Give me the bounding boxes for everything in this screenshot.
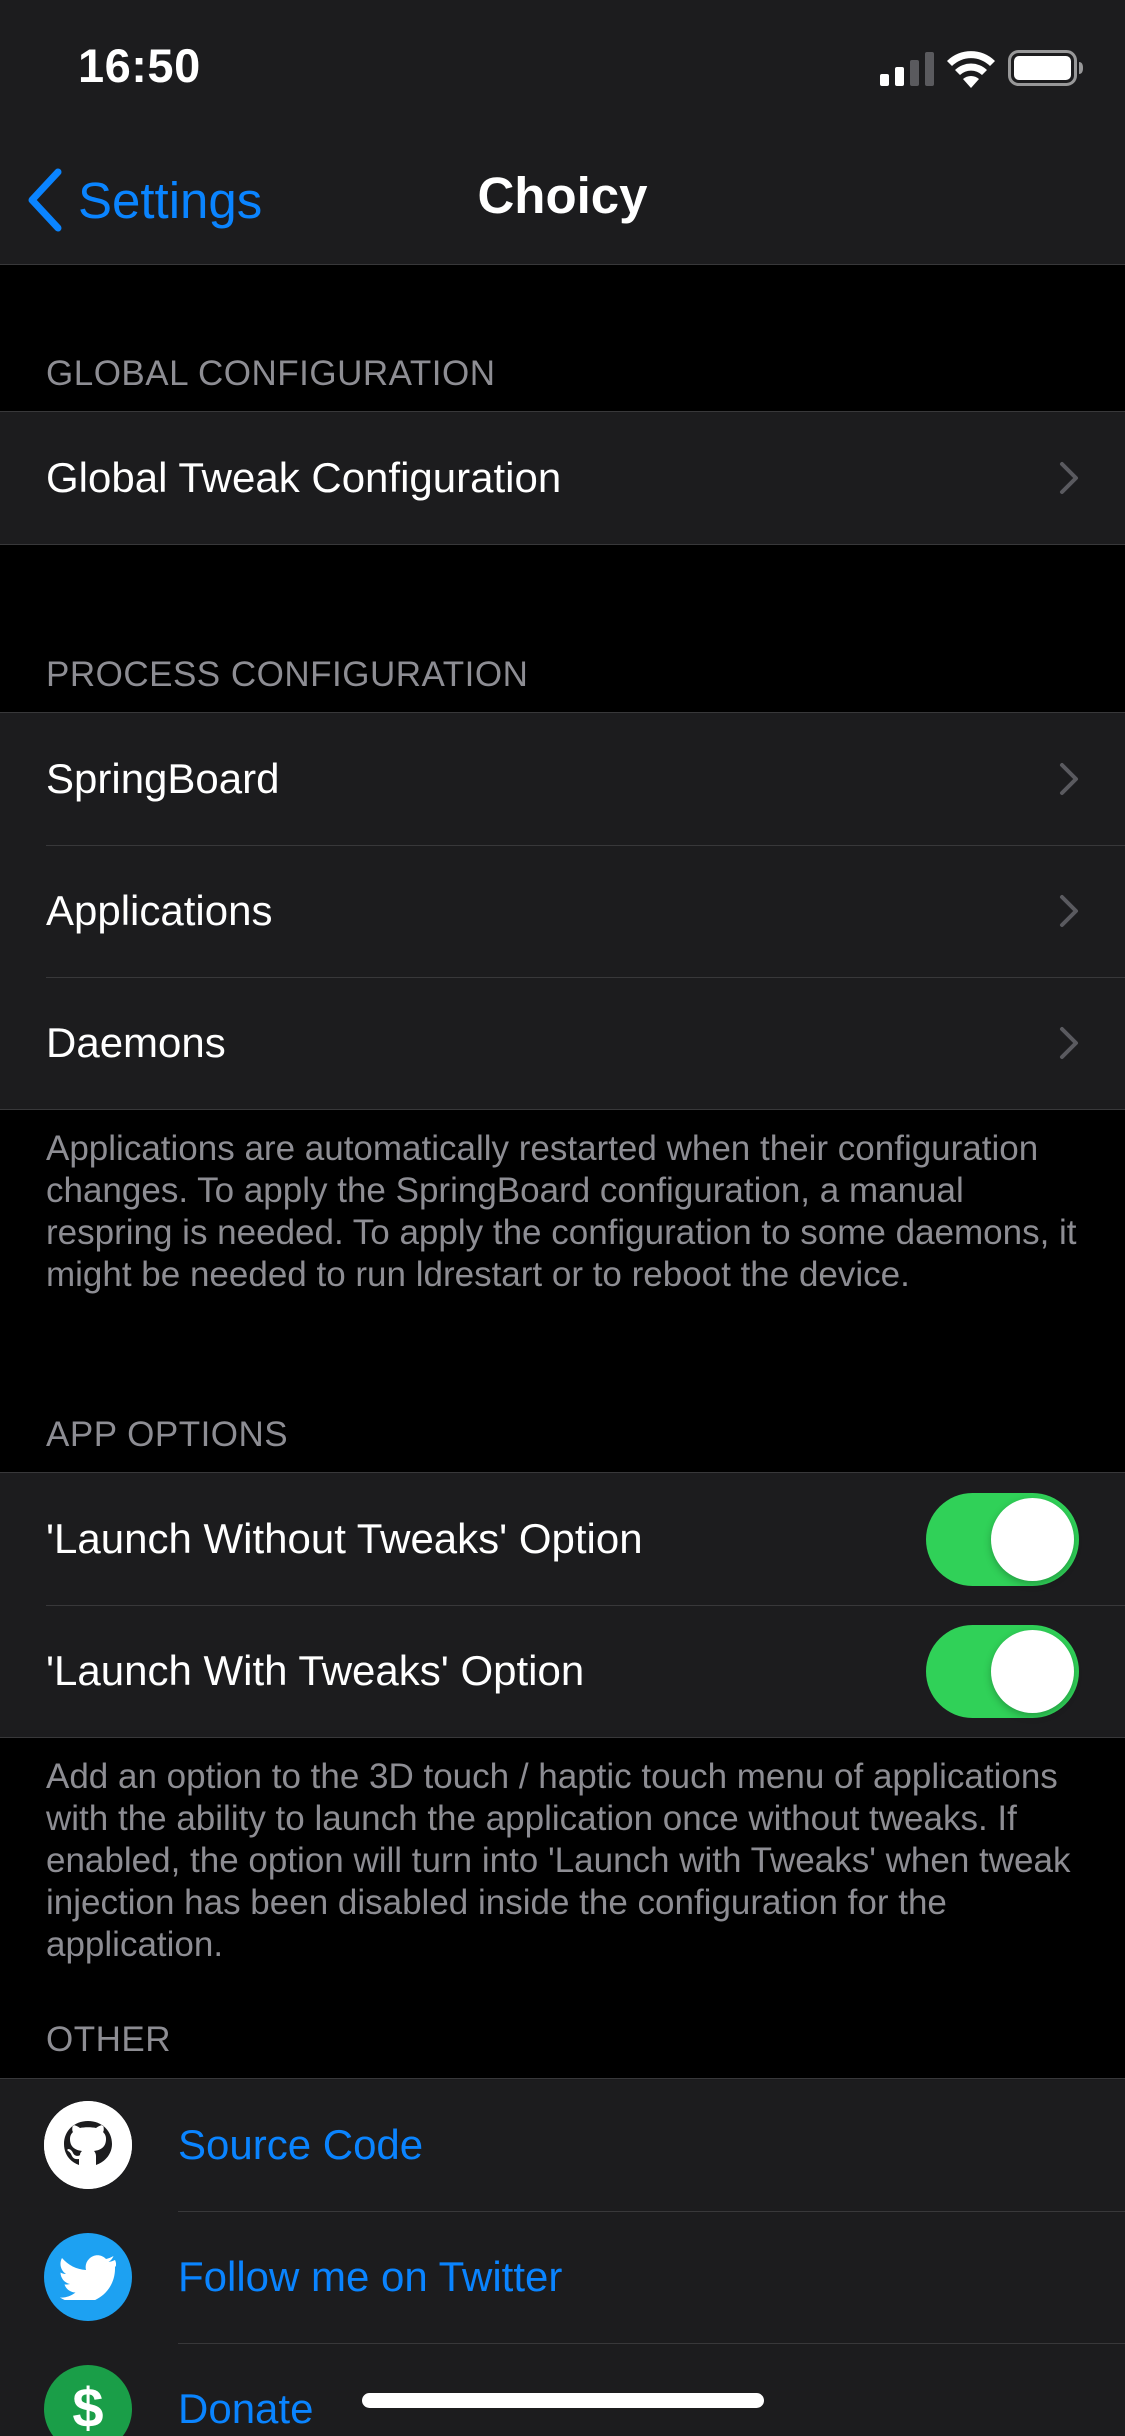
section-header-process: PROCESS CONFIGURATION: [46, 655, 529, 694]
toggle-knob: [991, 1630, 1074, 1713]
settings-screen: 16:50 Settings Choicy GLOBAL CONFIGURATI…: [0, 0, 1125, 2436]
link-label: Source Code: [178, 2121, 424, 2168]
wifi-icon: [947, 51, 995, 88]
process-group: SpringBoard Applications Daemons: [0, 712, 1125, 1110]
home-indicator[interactable]: [362, 2393, 764, 2408]
github-icon: [44, 2101, 132, 2189]
app-options-footer-text: Add an option to the 3D touch / haptic t…: [46, 1757, 1071, 1964]
applications-row[interactable]: Applications: [0, 845, 1125, 977]
dollar-icon: $: [44, 2365, 132, 2436]
chevron-right-icon: [1060, 763, 1078, 795]
svg-text:$: $: [72, 2376, 103, 2436]
chevron-right-icon: [1060, 895, 1078, 927]
toggle-knob: [991, 1498, 1074, 1581]
link-label: Donate: [178, 2385, 314, 2432]
daemons-row[interactable]: Daemons: [0, 977, 1125, 1109]
link-label: Follow me on Twitter: [178, 2253, 563, 2300]
launch-without-tweaks-row: 'Launch Without Tweaks' Option: [0, 1473, 1125, 1605]
navigation-bar: Settings Choicy: [0, 132, 1125, 265]
twitter-row[interactable]: Follow me on Twitter: [0, 2211, 1125, 2343]
status-time: 16:50: [78, 39, 201, 92]
launch-with-tweaks-toggle[interactable]: [926, 1625, 1079, 1718]
row-label: 'Launch Without Tweaks' Option: [46, 1515, 643, 1562]
twitter-icon: [44, 2233, 132, 2321]
section-header-other: OTHER: [46, 2020, 171, 2059]
page-title: Choicy: [477, 167, 648, 224]
row-label: Global Tweak Configuration: [46, 454, 562, 501]
row-label: 'Launch With Tweaks' Option: [46, 1647, 585, 1694]
other-group: Source Code Follow me on Twitter $ Donat…: [0, 2078, 1125, 2436]
row-label: SpringBoard: [46, 755, 280, 802]
process-footer-text: Applications are automatically restarted…: [46, 1129, 1077, 1294]
global-group: Global Tweak Configuration: [0, 411, 1125, 545]
section-header-global: GLOBAL CONFIGURATION: [46, 354, 496, 393]
chevron-right-icon: [1060, 462, 1078, 494]
row-label: Applications: [46, 887, 273, 934]
source-code-row[interactable]: Source Code: [0, 2079, 1125, 2211]
global-tweak-configuration-row[interactable]: Global Tweak Configuration: [0, 412, 1125, 544]
springboard-row[interactable]: SpringBoard: [0, 713, 1125, 845]
section-header-app-options: APP OPTIONS: [46, 1415, 289, 1454]
status-bar: 16:50: [0, 0, 1125, 132]
launch-with-tweaks-row: 'Launch With Tweaks' Option: [0, 1605, 1125, 1737]
cellular-signal-icon: [880, 52, 934, 86]
row-label: Daemons: [46, 1019, 226, 1066]
launch-without-tweaks-toggle[interactable]: [926, 1493, 1079, 1586]
chevron-right-icon: [1060, 1027, 1078, 1059]
app-options-group: 'Launch Without Tweaks' Option 'Launch W…: [0, 1472, 1125, 1738]
battery-icon: [1008, 50, 1083, 86]
donate-row[interactable]: $ Donate: [0, 2343, 1125, 2436]
